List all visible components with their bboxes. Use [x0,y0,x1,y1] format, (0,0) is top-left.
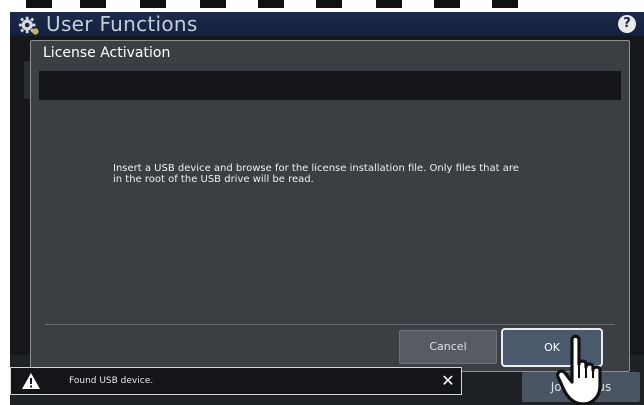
header-bar: User Functions ? [10,12,644,36]
usb-notification-toast: Found USB device. ✕ [10,367,462,395]
touch-panel-screen: User Functions ? Job Status License Acti… [10,12,644,405]
gear-icon [18,16,39,35]
help-icon[interactable]: ? [618,15,636,33]
dialog-header-band [39,71,621,100]
app-title: User Functions [46,12,198,36]
top-bleed [0,0,644,10]
cancel-button[interactable]: Cancel [399,330,497,364]
hand-pointer-icon [556,334,602,405]
dialog-title: License Activation [43,45,171,61]
toast-message: Found USB device. [69,376,154,386]
warning-icon [22,373,40,389]
close-icon[interactable]: ✕ [439,371,457,391]
dialog-message: Insert a USB device and browse for the l… [113,163,519,185]
dialog-divider [45,324,615,325]
license-activation-dialog: License Activation Insert a USB device a… [30,40,630,372]
